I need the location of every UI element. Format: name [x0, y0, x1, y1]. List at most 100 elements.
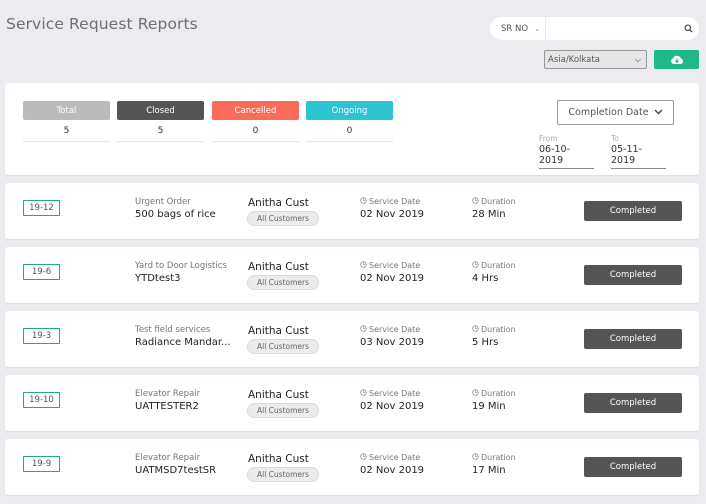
to-date-field[interactable]: To 05-11-2019	[611, 134, 666, 169]
service-date-label: Service Date	[360, 261, 420, 270]
service-date-label: Service Date	[360, 389, 420, 398]
request-id-badge[interactable]: 19-12	[23, 200, 60, 216]
customer-name: Anitha Cust	[248, 453, 309, 465]
duration-label-text: Duration	[481, 261, 516, 270]
request-row[interactable]: 19-6 Yard to Door Logistics YTDtest3 Anitha…	[5, 247, 699, 303]
service-date-value: 02 Nov 2019	[360, 401, 425, 412]
clock-icon	[360, 389, 367, 398]
service-date-label: Service Date	[360, 325, 420, 334]
customer-group-badge: All Customers	[247, 403, 319, 418]
status-button[interactable]: Completed	[584, 457, 682, 477]
service-name: UATTESTER2	[135, 401, 199, 412]
request-row[interactable]: 19-10 Elevator Repair UATTESTER2 Anitha Cus…	[5, 375, 699, 431]
status-button[interactable]: Completed	[584, 265, 682, 285]
summary-card: Total 5 Closed 5 Cancelled 0 Ongoing 0 C…	[5, 83, 699, 175]
customer-name: Anitha Cust	[248, 261, 309, 273]
service-date-label: Service Date	[360, 453, 420, 462]
service-name: 500 bags of rice	[135, 209, 216, 220]
search-filter-dropdown[interactable]: SR NO ⌄	[490, 17, 546, 40]
service-date-label-text: Service Date	[369, 261, 421, 270]
service-date-value: 03 Nov 2019	[360, 337, 425, 348]
search-input[interactable]	[546, 17, 677, 40]
duration-label: Duration	[472, 261, 516, 270]
status-button[interactable]: Completed	[584, 393, 682, 413]
clock-icon	[360, 261, 367, 270]
date-filter-label: Completion Date	[568, 107, 649, 118]
clock-icon	[472, 325, 479, 334]
service-type: Elevator Repair	[135, 453, 201, 463]
customer-group-badge: All Customers	[247, 339, 319, 354]
service-date-value: 02 Nov 2019	[360, 209, 425, 220]
to-date-value[interactable]: 05-11-2019	[611, 144, 666, 169]
duration-value: 28 Min	[472, 209, 506, 220]
stat-closed[interactable]: Closed 5	[117, 101, 204, 142]
stat-total[interactable]: Total 5	[23, 101, 110, 142]
status-button[interactable]: Completed	[584, 201, 682, 221]
to-date-label: To	[611, 134, 619, 143]
date-filter-dropdown[interactable]: Completion Date	[557, 100, 674, 125]
service-type: Yard to Door Logistics	[135, 261, 227, 271]
customer-name: Anitha Cust	[248, 389, 309, 401]
cloud-download-icon	[670, 50, 684, 69]
download-button[interactable]	[654, 50, 699, 69]
stat-label: Total	[23, 101, 110, 120]
clock-icon	[472, 197, 479, 206]
stat-label: Ongoing	[306, 101, 393, 120]
stat-value: 0	[306, 120, 393, 142]
duration-value: 4 Hrs	[472, 273, 499, 284]
customer-group-badge: All Customers	[247, 467, 319, 482]
service-name: Radiance Mandar...	[135, 337, 231, 348]
service-date-label-text: Service Date	[369, 197, 421, 206]
request-row[interactable]: 19-9 Elevator Repair UATMSD7testSR Anitha C…	[5, 439, 699, 495]
service-date-value: 02 Nov 2019	[360, 465, 425, 476]
duration-label-text: Duration	[481, 197, 516, 206]
page-title: Service Request Reports	[6, 15, 198, 33]
search-filter-label: SR NO	[501, 23, 529, 34]
stat-value: 0	[212, 120, 299, 142]
stat-cancelled[interactable]: Cancelled 0	[212, 101, 299, 142]
service-name: YTDtest3	[135, 273, 181, 284]
clock-icon	[472, 261, 479, 270]
service-date-value: 02 Nov 2019	[360, 273, 425, 284]
customer-name: Anitha Cust	[248, 197, 309, 209]
request-id-badge[interactable]: 19-3	[23, 328, 60, 344]
from-date-value[interactable]: 06-10-2019	[539, 144, 594, 169]
service-type: Elevator Repair	[135, 389, 201, 399]
duration-label-text: Duration	[481, 453, 516, 462]
stat-label: Cancelled	[212, 101, 299, 120]
service-type: Test field services	[135, 325, 211, 335]
clock-icon	[472, 389, 479, 398]
timezone-value: Asia/Kolkata	[548, 54, 600, 65]
chevron-down-icon	[654, 107, 663, 118]
service-date-label: Service Date	[360, 197, 420, 206]
customer-group-badge: All Customers	[247, 275, 319, 290]
clock-icon	[360, 197, 367, 206]
duration-label-text: Duration	[481, 389, 516, 398]
stat-value: 5	[117, 120, 204, 142]
timezone-select[interactable]: Asia/Kolkata ⌵	[544, 50, 647, 69]
service-date-label-text: Service Date	[369, 453, 421, 462]
clock-icon	[472, 453, 479, 462]
clock-icon	[360, 453, 367, 462]
duration-value: 5 Hrs	[472, 337, 499, 348]
request-id-badge[interactable]: 19-6	[23, 264, 60, 280]
search-bar: SR NO ⌄	[490, 17, 699, 40]
from-date-label: From	[539, 134, 558, 143]
chevron-down-icon: ⌄	[534, 24, 540, 33]
request-id-badge[interactable]: 19-9	[23, 456, 60, 472]
from-date-field[interactable]: From 06-10-2019	[539, 134, 594, 169]
search-icon[interactable]	[677, 17, 699, 40]
service-date-label-text: Service Date	[369, 389, 421, 398]
clock-icon	[360, 325, 367, 334]
status-button[interactable]: Completed	[584, 329, 682, 349]
request-row[interactable]: 19-3 Test field services Radiance Mandar..…	[5, 311, 699, 367]
request-row[interactable]: 19-12 Urgent Order 500 bags of rice Anitha …	[5, 183, 699, 239]
stat-value: 5	[23, 120, 110, 142]
customer-name: Anitha Cust	[248, 325, 309, 337]
duration-value: 17 Min	[472, 465, 506, 476]
stat-ongoing[interactable]: Ongoing 0	[306, 101, 393, 142]
duration-label: Duration	[472, 197, 516, 206]
request-id-badge[interactable]: 19-10	[23, 392, 60, 408]
customer-group-badge: All Customers	[247, 211, 319, 226]
duration-label: Duration	[472, 325, 516, 334]
